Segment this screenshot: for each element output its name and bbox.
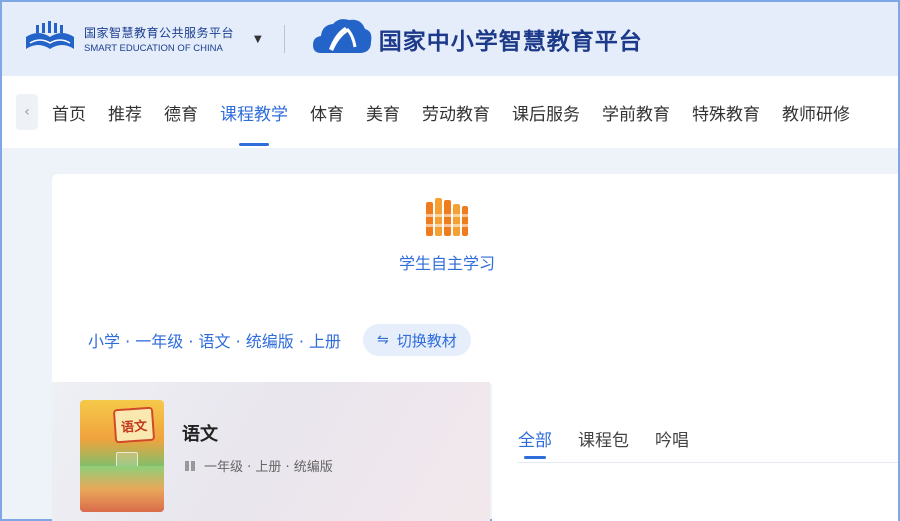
book-cover-title: 语文: [112, 406, 156, 444]
brand-logo[interactable]: 国家中小学智慧教育平台: [311, 15, 643, 63]
swap-arrows-icon: ⇋: [377, 332, 389, 348]
switch-textbook-label: 切换教材: [396, 331, 457, 350]
tab-divider: [518, 462, 898, 463]
nav-item[interactable]: 体育: [310, 76, 344, 148]
nav-item[interactable]: 特殊教育: [692, 76, 760, 148]
cloud-pen-logo-icon: [312, 19, 372, 54]
nav-item[interactable]: 德育: [164, 76, 198, 148]
main-nav: ‹ 首页 推荐 德育 课程教学 体育 美育 劳动教育 课后服务 学前教育 特殊教育 教师研修: [2, 76, 898, 148]
tab-item[interactable]: 全部: [518, 426, 552, 459]
self-study-entry[interactable]: 学生自主学习: [387, 196, 507, 274]
tab-item[interactable]: 吟唱: [655, 426, 689, 451]
chevron-left-icon: ‹: [24, 104, 30, 120]
platform-name-cn: 国家智慧教育公共服务平台: [84, 26, 235, 40]
platform-dropdown-icon[interactable]: ▼: [254, 34, 262, 45]
nav-item[interactable]: 教师研修: [782, 76, 850, 148]
nav-item[interactable]: 课程教学: [220, 76, 288, 148]
resource-tab-panel: 全部 课程包 吟唱: [492, 382, 898, 521]
nav-items: 首页 推荐 德育 课程教学 体育 美育 劳动教育 课后服务 学前教育 特殊教育 教师研修: [52, 76, 872, 148]
nav-item[interactable]: 学前教育: [602, 76, 670, 148]
book-icon: [185, 460, 195, 471]
header-divider: [283, 25, 285, 53]
nav-item[interactable]: 首页: [52, 76, 86, 148]
switch-textbook-button[interactable]: ⇋ 切换教材: [363, 324, 471, 356]
book-meta: 一年级 · 上册 · 统编版: [184, 456, 333, 475]
course-main-card: 学生自主学习 小学 · 一年级 · 语文 · 统编版 · 上册 ⇋ 切换教材: [52, 174, 898, 384]
book-cover-scene: [80, 466, 164, 512]
nav-item[interactable]: 推荐: [108, 76, 142, 148]
platform-name-en: SMART EDUCATION OF CHINA: [84, 43, 223, 54]
book-cover-image[interactable]: 语文: [80, 400, 164, 512]
brand-name: 国家中小学智慧教育平台: [378, 29, 643, 55]
tab-item[interactable]: 课程包: [578, 426, 629, 451]
nav-item[interactable]: 美育: [366, 76, 400, 148]
books-icon: [426, 198, 468, 236]
resource-tabs: 全部 课程包 吟唱: [518, 426, 715, 459]
platform-logo[interactable]: 国家智慧教育公共服务平台 SMART EDUCATION OF CHINA: [24, 21, 234, 57]
book-info-panel: 语文 语文 一年级 · 上册 · 统编版: [52, 382, 490, 521]
self-study-label: 学生自主学习: [398, 254, 495, 273]
top-header: 国家智慧教育公共服务平台 SMART EDUCATION OF CHINA ▼ …: [2, 2, 898, 76]
textbook-path-row: 小学 · 一年级 · 语文 · 统编版 · 上册 ⇋ 切换教材: [88, 324, 471, 356]
open-book-logo-icon: [26, 21, 74, 49]
textbook-path[interactable]: 小学 · 一年级 · 语文 · 统编版 · 上册: [88, 328, 341, 352]
nav-item[interactable]: 劳动教育: [422, 76, 490, 148]
nav-prev-button[interactable]: ‹: [16, 94, 38, 130]
book-meta-text: 一年级 · 上册 · 统编版: [204, 460, 333, 475]
book-name: 语文: [182, 424, 218, 445]
nav-item[interactable]: 课后服务: [512, 76, 580, 148]
